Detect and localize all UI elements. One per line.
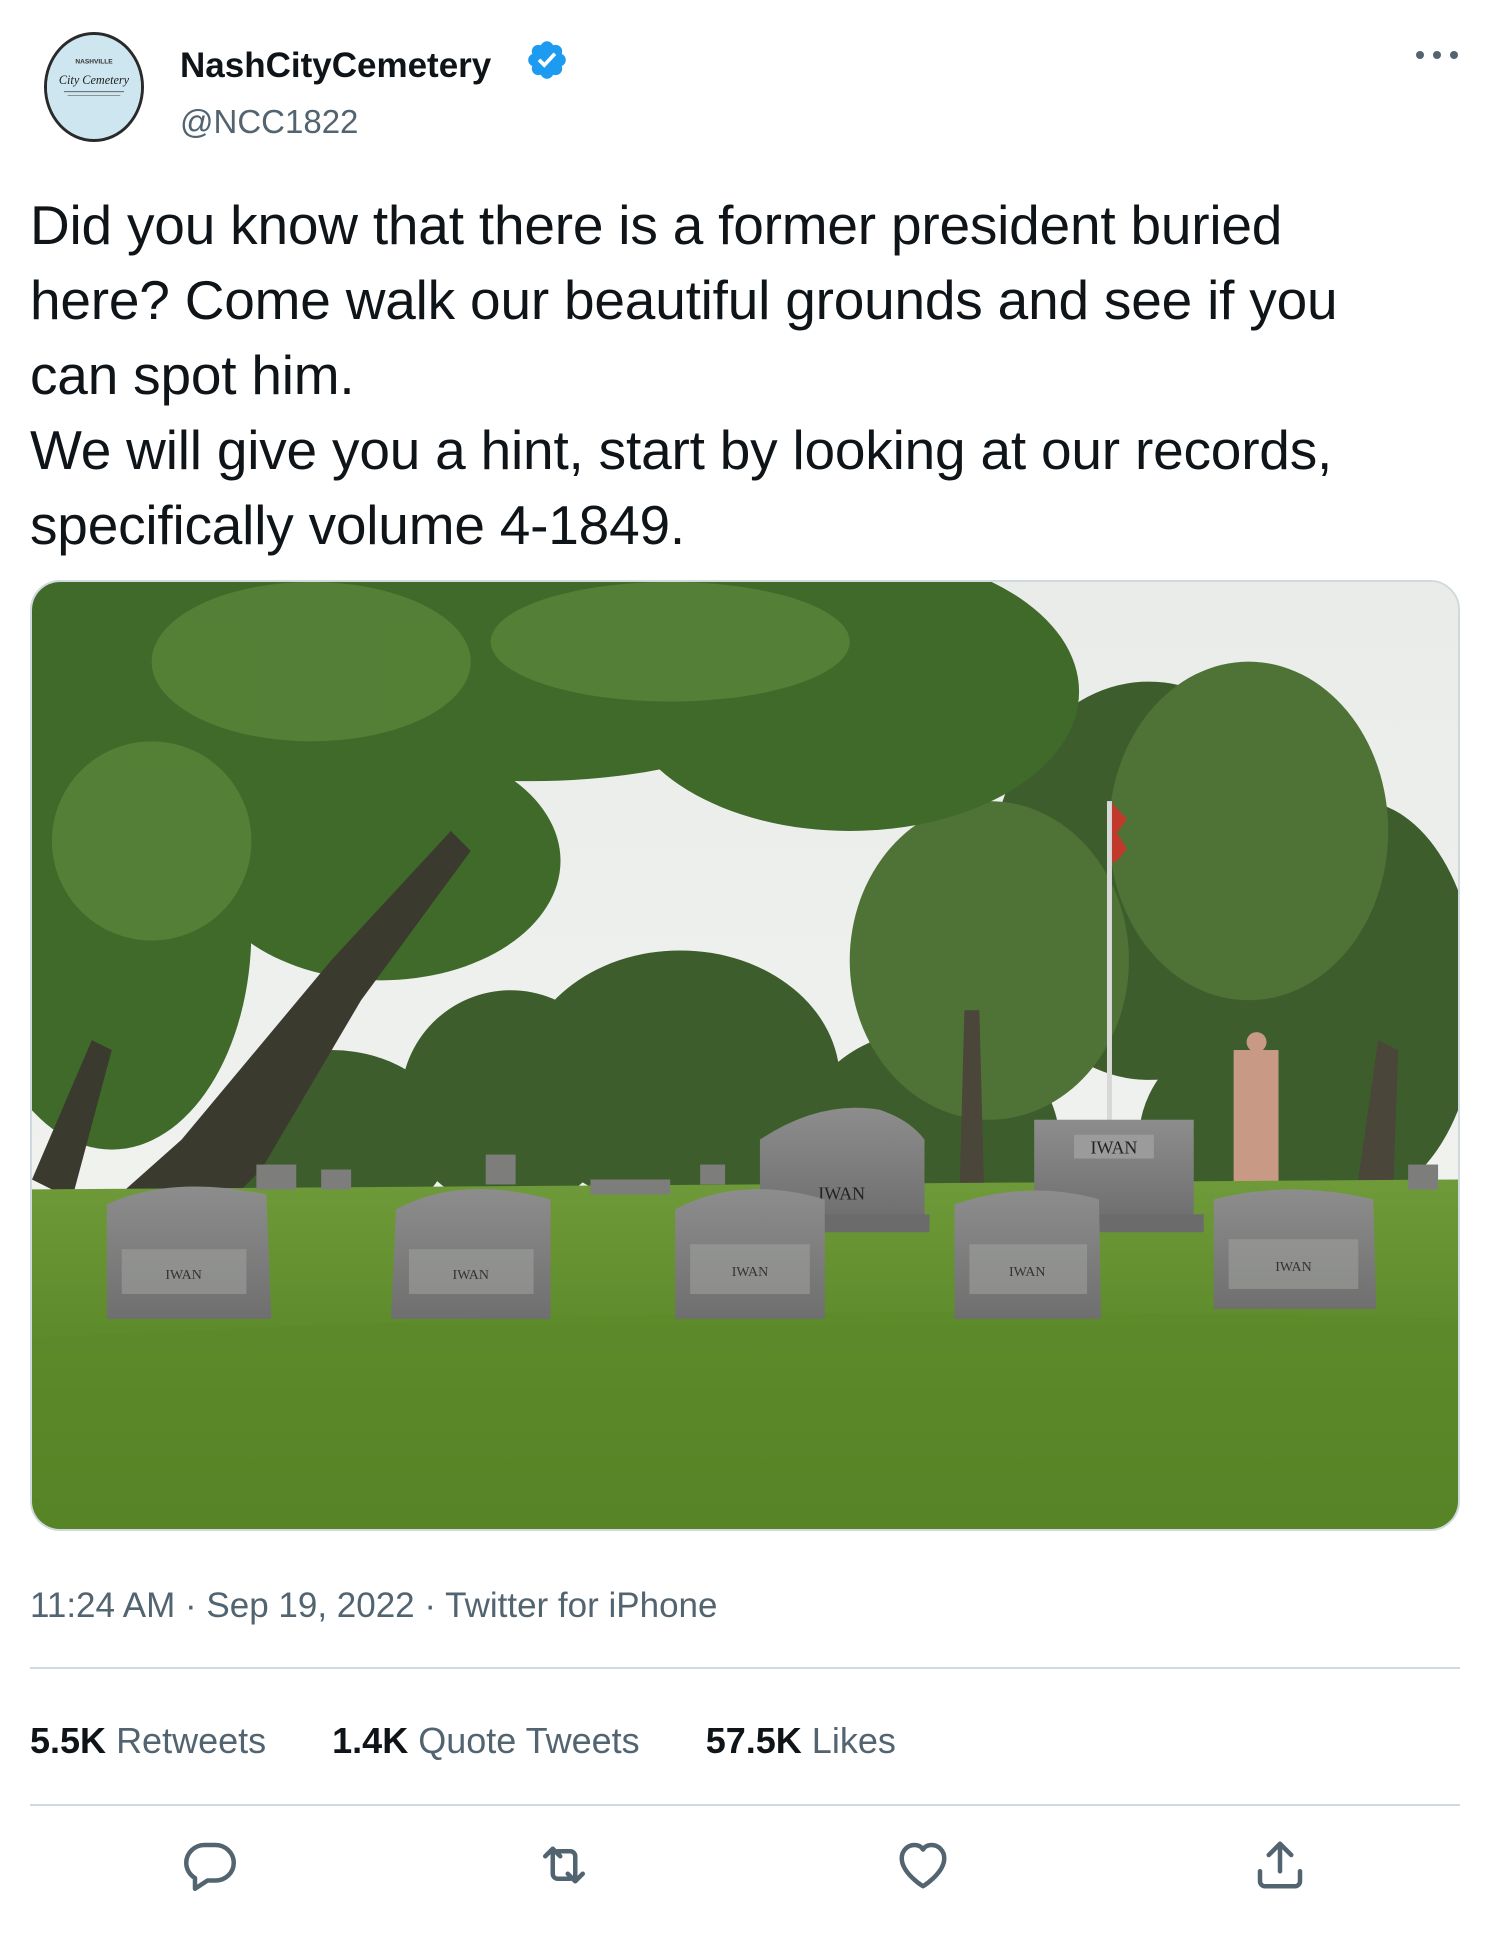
reply-icon <box>184 1842 236 1891</box>
avatar[interactable]: NASHVILLE City Cemetery <box>44 32 144 142</box>
tweet-meta: 11:24 AM · Sep 19, 2022 · Twitter for iP… <box>30 1584 717 1628</box>
reply-button[interactable] <box>180 1835 240 1895</box>
tweet-text: Did you know that there is a former pres… <box>30 194 1338 556</box>
heart-icon <box>899 1842 947 1889</box>
divider <box>30 1667 1460 1669</box>
retweets-count: 5.5K <box>30 1720 107 1761</box>
avatar-main-text: City Cemetery <box>59 73 130 87</box>
share-button[interactable] <box>1250 1835 1310 1895</box>
author-name[interactable]: NashCityCemetery <box>180 44 491 88</box>
monument-left-text: IWAN <box>818 1183 865 1203</box>
retweets-label: Retweets <box>116 1720 267 1761</box>
cemetery-logo-icon: NASHVILLE City Cemetery <box>47 35 141 139</box>
headstone-3-text: IWAN <box>732 1265 768 1280</box>
headstone-4-text: IWAN <box>1009 1265 1045 1280</box>
retweet-button[interactable] <box>534 1835 594 1895</box>
likes-label: Likes <box>811 1720 896 1761</box>
meta-separator: · <box>424 1586 437 1625</box>
tweet-stats: 5.5K Retweets 1.4K Quote Tweets 57.5K Li… <box>30 1718 952 1764</box>
headstone-2-text: IWAN <box>453 1268 489 1283</box>
author-handle[interactable]: @NCC1822 <box>180 102 358 142</box>
tweet-source[interactable]: Twitter for iPhone <box>445 1586 717 1625</box>
action-bar <box>0 1835 1490 1905</box>
tweet-image[interactable]: IWAN IWAN IWAN IWAN IWAN IWAN IWAN <box>30 580 1460 1531</box>
meta-separator: · <box>185 1586 197 1625</box>
retweets-stat[interactable]: 5.5K Retweets <box>30 1718 266 1764</box>
share-icon <box>1257 1841 1303 1889</box>
quotes-label: Quote Tweets <box>418 1720 640 1761</box>
verified-badge-icon <box>528 41 566 79</box>
likes-stat[interactable]: 57.5K Likes <box>706 1718 896 1764</box>
divider <box>30 1804 1460 1806</box>
quotes-count: 1.4K <box>332 1720 409 1761</box>
avatar-top-text: NASHVILLE <box>75 59 113 66</box>
tweet-date[interactable]: Sep 19, 2022 <box>206 1586 414 1625</box>
retweet-icon <box>543 1846 585 1884</box>
cemetery-photo: IWAN IWAN IWAN IWAN IWAN IWAN IWAN <box>32 582 1458 1529</box>
more-icon[interactable] <box>1410 40 1464 70</box>
headstone-5-text: IWAN <box>1275 1260 1311 1275</box>
like-button[interactable] <box>893 1835 953 1895</box>
quotes-stat[interactable]: 1.4K Quote Tweets <box>332 1718 640 1764</box>
tweet-time[interactable]: 11:24 AM <box>30 1586 175 1625</box>
monument-right-text: IWAN <box>1091 1138 1138 1158</box>
likes-count: 57.5K <box>705 1720 802 1761</box>
headstone-1-text: IWAN <box>165 1268 201 1283</box>
